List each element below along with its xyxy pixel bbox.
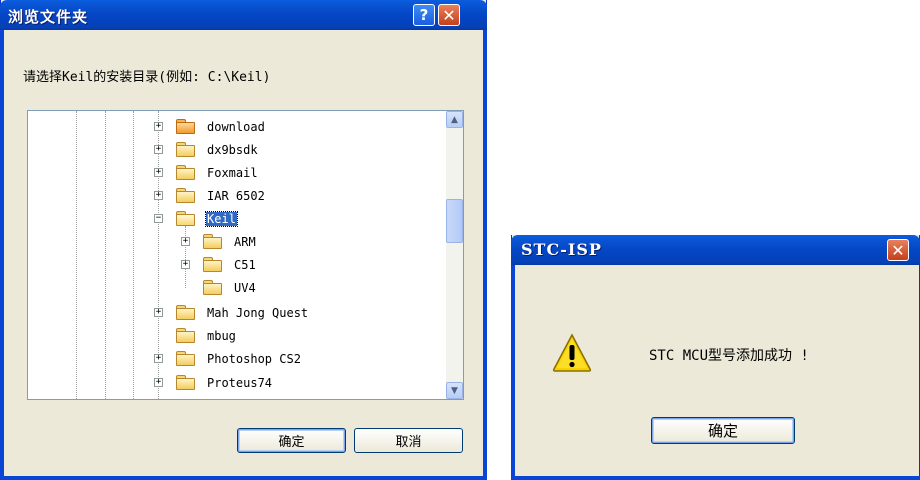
dialog-title: STC-ISP — [521, 240, 602, 259]
tree-item-arm[interactable]: + ARM — [28, 232, 443, 252]
scroll-down-button[interactable]: ▼ — [446, 382, 463, 399]
folder-icon — [176, 119, 195, 134]
folder-icon — [203, 280, 222, 295]
help-icon: ? — [419, 6, 429, 24]
tree-item-label: Mah Jong Quest — [207, 306, 309, 320]
folder-icon — [176, 351, 195, 366]
expand-toggle[interactable]: + — [154, 378, 163, 387]
folder-icon — [176, 305, 195, 320]
folder-icon — [176, 375, 195, 390]
window-frame-left — [0, 30, 4, 480]
window-frame-bottom — [511, 476, 920, 480]
collapse-toggle[interactable]: − — [154, 214, 163, 223]
message-text: STC MCU型号添加成功 ! — [649, 348, 809, 364]
close-button[interactable]: ✕ — [438, 4, 460, 26]
vertical-scrollbar[interactable]: ▲ ▼ — [446, 111, 463, 399]
tree-item-label: Proteus74 — [207, 376, 273, 390]
tree-item-label: UV4 — [234, 281, 256, 295]
close-button[interactable]: ✕ — [887, 239, 909, 261]
cancel-button[interactable]: 取消 — [354, 428, 463, 453]
tree-item-label-selected: Keil — [205, 211, 238, 227]
tree-item-label: IAR 6502 — [207, 189, 265, 203]
tree-item-mah-jong-quest[interactable]: + Mah Jong Quest — [28, 303, 443, 323]
tree-item-label: ARM — [234, 235, 256, 249]
folder-icon — [176, 328, 195, 343]
browse-folder-dialog: 浏览文件夹 ? ✕ 请选择Keil的安装目录(例如: C:\Keil) + do… — [0, 0, 487, 480]
warning-icon — [552, 333, 592, 372]
tree-item-keil[interactable]: − Keil — [28, 209, 443, 229]
expand-toggle[interactable]: + — [181, 260, 190, 269]
help-button[interactable]: ? — [413, 4, 435, 26]
folder-icon — [176, 142, 195, 157]
close-icon: ✕ — [442, 5, 456, 25]
window-frame-left — [511, 265, 515, 480]
folder-icon — [203, 257, 222, 272]
expand-toggle[interactable]: + — [154, 308, 163, 317]
tree-item-label: dx9bsdk — [207, 143, 258, 157]
instruction-text: 请选择Keil的安装目录(例如: C:\Keil) — [23, 70, 271, 85]
stc-isp-message-dialog: STC-ISP ✕ STC MCU型号添加成功 ! 确定 — [511, 235, 920, 480]
expand-toggle[interactable]: + — [154, 145, 163, 154]
tree-item-mbug[interactable]: mbug — [28, 326, 443, 346]
arrow-up-icon: ▲ — [451, 114, 458, 125]
folder-tree[interactable]: + download + dx9bsdk + Foxmail + IAR 650… — [27, 110, 464, 400]
expand-toggle[interactable]: + — [154, 168, 163, 177]
title-bar[interactable]: 浏览文件夹 ? ✕ — [0, 0, 487, 30]
ok-button[interactable]: 确定 — [651, 417, 795, 444]
tree-item-c51[interactable]: + C51 — [28, 255, 443, 275]
tree-item-proteus74[interactable]: + Proteus74 — [28, 373, 443, 393]
expand-toggle[interactable]: + — [154, 354, 163, 363]
tree-item-photoshop-cs2[interactable]: + Photoshop CS2 — [28, 349, 443, 369]
close-icon: ✕ — [891, 240, 905, 260]
tree-item-label: mbug — [207, 329, 236, 343]
window-frame-right — [483, 30, 487, 480]
tree-item-dx9bsdk[interactable]: + dx9bsdk — [28, 140, 443, 160]
tree-item-label: C51 — [234, 258, 256, 272]
tree-item-label: download — [207, 120, 265, 134]
tree-item-label: Photoshop CS2 — [207, 352, 301, 366]
tree-item-iar-6502[interactable]: + IAR 6502 — [28, 186, 443, 206]
arrow-down-icon: ▼ — [451, 385, 458, 396]
tree-item-uv4[interactable]: UV4 — [28, 278, 443, 298]
tree-item-foxmail[interactable]: + Foxmail — [28, 163, 443, 183]
scroll-thumb[interactable] — [446, 199, 463, 243]
tree-item-download[interactable]: + download — [28, 117, 443, 137]
expand-toggle[interactable]: + — [154, 191, 163, 200]
tree-item-label: Foxmail — [207, 166, 258, 180]
folder-icon — [176, 188, 195, 203]
open-folder-icon — [176, 211, 195, 226]
title-bar[interactable]: STC-ISP ✕ — [511, 235, 920, 265]
ok-button[interactable]: 确定 — [237, 428, 346, 453]
window-frame-bottom — [0, 476, 487, 480]
expand-toggle[interactable]: + — [154, 122, 163, 131]
expand-toggle[interactable]: + — [181, 237, 190, 246]
scroll-up-button[interactable]: ▲ — [446, 111, 463, 128]
dialog-title: 浏览文件夹 — [8, 8, 89, 26]
folder-icon — [203, 234, 222, 249]
folder-icon — [176, 165, 195, 180]
